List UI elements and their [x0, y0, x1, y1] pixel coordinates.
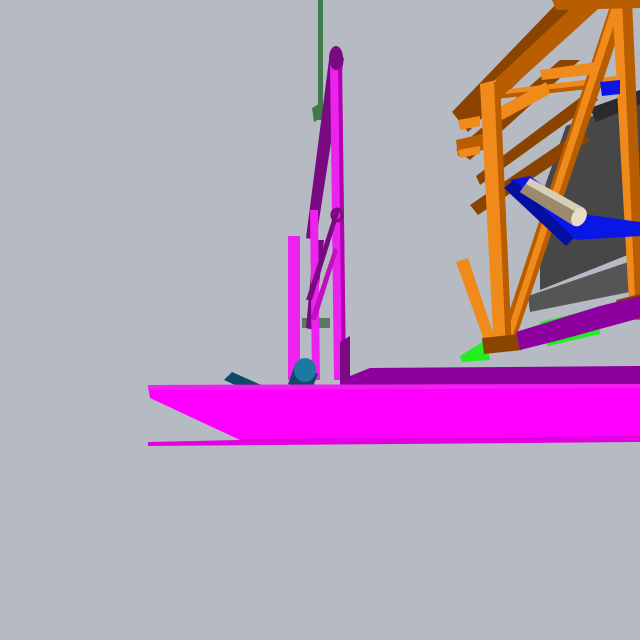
- scene-canvas[interactable]: [0, 0, 640, 640]
- 3d-viewport[interactable]: [0, 0, 640, 640]
- platform[interactable]: [148, 384, 640, 446]
- deck: [340, 366, 640, 386]
